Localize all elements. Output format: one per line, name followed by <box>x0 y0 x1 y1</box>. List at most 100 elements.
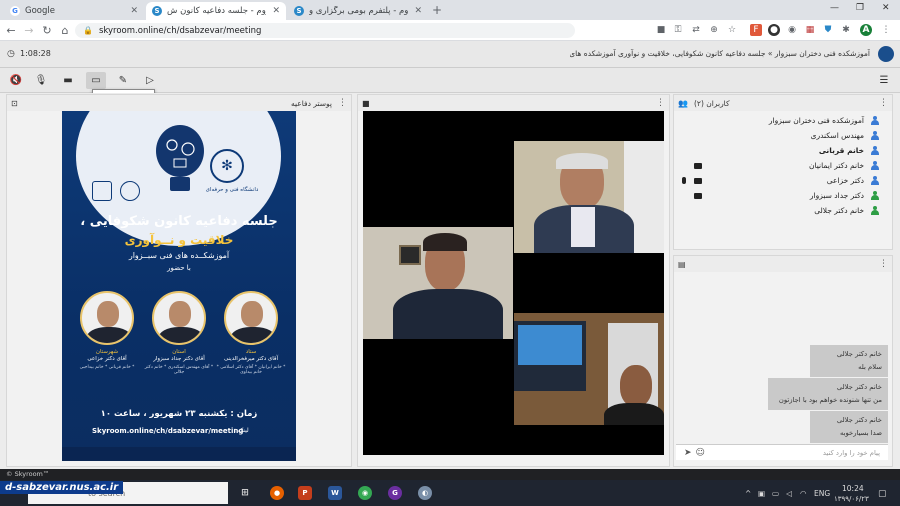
star-icon[interactable]: ☆ <box>726 24 738 36</box>
extension-shield-icon[interactable]: ⛊ <box>822 24 834 36</box>
video-tile-participant-3[interactable] <box>514 313 664 425</box>
chat-bubble-icon: ▤ <box>678 259 686 269</box>
users-group-icon: 👥 <box>678 98 688 108</box>
extension-grid-icon[interactable]: ▦ <box>804 24 816 36</box>
poster-role-right: ستاد <box>245 349 257 355</box>
powerpoint-icon[interactable]: P <box>298 486 312 500</box>
panel-menu-icon[interactable]: ⋮ <box>338 98 347 108</box>
session-timer: 1:08:28 <box>20 49 51 58</box>
hamburger-menu-icon[interactable]: ☰ <box>874 72 894 89</box>
tab-skyroom-platform[interactable]: S اسکای‌روم - پلتفرم بومی برگزاری و... ✕ <box>288 2 428 20</box>
key-icon[interactable]: ⚿ <box>672 24 684 36</box>
panel-menu-icon[interactable]: ⋮ <box>656 98 665 108</box>
tab-label: Google <box>25 6 55 16</box>
word-icon[interactable]: W <box>328 486 342 500</box>
close-window-icon[interactable]: ✕ <box>882 3 890 13</box>
video-camera-icon: ■ <box>362 98 370 108</box>
minimize-icon[interactable]: — <box>830 3 839 13</box>
firefox-icon[interactable]: ● <box>270 486 284 500</box>
extension-circle-icon[interactable]: ◉ <box>786 24 798 36</box>
poster-panel-title: پوستر دفاعیه <box>290 98 332 108</box>
user-name: دکتر خزاعی <box>826 176 864 185</box>
poster-bottom-strip <box>62 447 296 461</box>
google-icon: G <box>10 6 20 16</box>
users-panel: 👥 کاربران (۲) ⋮ آموزشکده فنی دختران سبزو… <box>673 94 893 250</box>
tab-google[interactable]: G Google ✕ <box>4 2 144 20</box>
video-tile-participant-2[interactable] <box>363 227 513 339</box>
user-list-item[interactable]: آموزشکده فنی دختران سبزوار <box>674 113 884 128</box>
tray-network-icon[interactable]: ▣ <box>758 489 765 498</box>
new-tab-icon[interactable]: + <box>432 3 442 17</box>
extensions-puzzle-icon[interactable]: ✱ <box>840 24 852 36</box>
chat-text: صدا بسیارخوبه <box>840 429 882 437</box>
poster-name-center: آقای دکتر جداد سبزوار <box>153 356 205 362</box>
user-list-item[interactable]: دکتر جداد سبزوار <box>674 188 884 203</box>
url-input[interactable]: 🔒 skyroom.online/ch/dsabzevar/meeting <box>75 23 575 38</box>
back-icon[interactable]: ← <box>4 24 18 37</box>
poster-name-left: آقای دکتر خزاعی <box>87 356 127 362</box>
menu-kebab-icon[interactable]: ⋮ <box>880 24 892 36</box>
chat-sender: خانم دکتر جلالی <box>836 350 882 358</box>
app-purple-icon[interactable]: G <box>388 486 402 500</box>
poster-sub-right: * خانم ایرانیان * آقای دکتر اسلامی * خان… <box>216 365 286 375</box>
skyroom-brand: © Skyroom™ <box>0 469 900 480</box>
video-tile-participant-1[interactable] <box>514 141 664 253</box>
panel-menu-icon[interactable]: ⋮ <box>879 98 888 108</box>
restore-icon[interactable]: ❐ <box>856 3 864 13</box>
speaker-mute-icon[interactable]: 🔇 <box>6 72 26 89</box>
tab-label: اسکای‌روم - پلتفرم بومی برگزاری و... <box>309 6 409 16</box>
language-indicator[interactable]: ENG <box>814 489 830 498</box>
tray-wifi-icon[interactable]: ◠ <box>800 489 807 498</box>
user-name: مهندس اسکندری <box>810 131 864 140</box>
chat-text: من تنها شنونده خواهم بود با اجازتون <box>778 396 882 404</box>
poster-link: Skyroom.online/ch/dsabzevar/meeting <box>92 427 244 435</box>
poster-title-line4: با حضور <box>167 264 191 272</box>
user-list-item[interactable]: خانم دکتر ایمانیان <box>674 158 884 173</box>
translate-icon[interactable]: ⇄ <box>690 24 702 36</box>
camera-icon[interactable]: ▬ <box>58 72 78 89</box>
expand-icon[interactable]: ⊡ <box>11 99 18 108</box>
camera-ext-icon[interactable]: ■ <box>655 24 667 36</box>
screen-share-icon[interactable]: ▭ <box>86 72 106 89</box>
extension-dark-icon[interactable]: ● <box>768 24 780 36</box>
user-list-item[interactable]: مهندس اسکندری <box>674 128 884 143</box>
notifications-icon[interactable]: ▢ <box>878 489 887 499</box>
chat-message: خانم دکتر جلالی من تنها شنونده خواهم بود… <box>768 378 888 410</box>
user-list-item[interactable]: خانم قربانی <box>674 143 884 158</box>
app-gray-icon[interactable]: ◐ <box>418 486 432 500</box>
tray-volume-icon[interactable]: ◁ <box>786 489 792 498</box>
emoji-icon[interactable]: ☺ <box>696 448 705 458</box>
media-play-icon[interactable]: ▷ <box>140 72 160 89</box>
chat-input[interactable]: پیام خود را وارد کنید ☺ ➤ <box>676 444 888 460</box>
poster-portrait-right <box>224 291 278 345</box>
task-view-icon[interactable]: ⊞ <box>238 486 252 500</box>
close-icon[interactable]: ✕ <box>266 6 280 16</box>
emblem-logo-left <box>92 181 112 201</box>
poster-role-left: شهرستان <box>95 349 119 355</box>
user-name: خانم دکتر ایمانیان <box>808 161 864 170</box>
mic-off-icon[interactable]: 🎙 <box>31 72 51 89</box>
profile-avatar[interactable]: A <box>860 24 872 36</box>
chrome-icon[interactable]: ◉ <box>358 486 372 500</box>
tray-battery-icon[interactable]: ▭ <box>772 489 779 498</box>
extension-f-icon[interactable]: F <box>750 24 762 36</box>
clock-date: ۱۳۹۹/۰۶/۲۳ <box>834 495 869 503</box>
send-icon[interactable]: ➤ <box>684 448 692 458</box>
close-icon[interactable]: ✕ <box>408 6 422 16</box>
home-icon[interactable]: ⌂ <box>58 24 72 37</box>
tab-skyroom-meeting[interactable]: S اسکای‌روم - جلسه دفاعیه کانون ش... ✕ <box>146 2 286 20</box>
reload-icon[interactable]: ↻ <box>40 24 54 37</box>
room-title: آموزشکده فنی دختران سبزوار » جلسه دفاعیه… <box>570 49 870 58</box>
chat-sender: خانم دکتر جلالی <box>836 383 882 391</box>
forward-icon[interactable]: → <box>22 24 36 37</box>
user-list-item[interactable]: خانم دکتر جلالی <box>674 203 884 218</box>
whiteboard-pen-icon[interactable]: ✎ <box>113 72 133 89</box>
chat-placeholder: پیام خود را وارد کنید <box>822 448 880 457</box>
panel-menu-icon[interactable]: ⋮ <box>879 259 888 269</box>
url-text: skyroom.online/ch/dsabzevar/meeting <box>98 25 262 36</box>
users-panel-title: کاربران (۲) <box>693 98 730 108</box>
zoom-icon[interactable]: ⊕ <box>708 24 720 36</box>
user-list-item[interactable]: دکتر خزاعی <box>674 173 884 188</box>
close-icon[interactable]: ✕ <box>124 6 138 16</box>
tray-up-icon[interactable]: ^ <box>745 489 751 498</box>
